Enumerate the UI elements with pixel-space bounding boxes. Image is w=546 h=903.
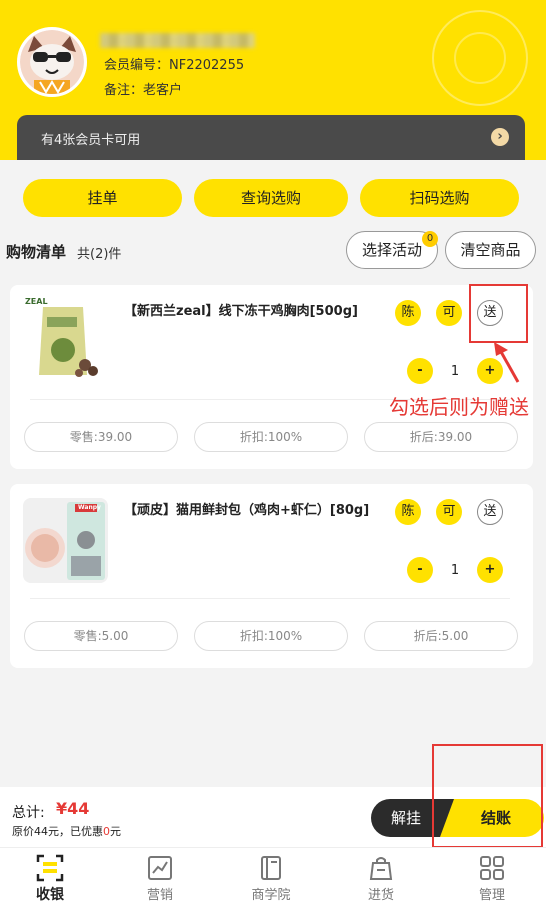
chevron-right-icon: › bbox=[491, 128, 509, 146]
quantity-increase-button[interactable]: + bbox=[477, 557, 503, 583]
tag-chen-toggle[interactable]: 陈 bbox=[395, 499, 421, 525]
tab-management[interactable]: 管理 bbox=[452, 854, 532, 903]
cart-title: 购物清单 bbox=[6, 243, 67, 261]
clear-items-button[interactable]: 清空商品 bbox=[445, 231, 536, 269]
quantity-value: 1 bbox=[450, 364, 460, 379]
member-header: 会员编号：NF2202255 备注：老客户 有4张会员卡可用 › bbox=[0, 0, 546, 160]
chart-icon bbox=[148, 856, 172, 880]
original-price-prefix: 原价44元，已优惠 bbox=[12, 825, 103, 838]
bottom-tab-bar: 收银 营销 商学院 进货 管理 bbox=[0, 847, 546, 903]
quantity-decrease-button[interactable]: - bbox=[407, 557, 433, 583]
activity-count-badge: 0 bbox=[422, 231, 438, 247]
avatar[interactable] bbox=[17, 27, 87, 97]
original-price-suffix: 元 bbox=[110, 825, 121, 838]
total-label: 总计: bbox=[12, 805, 45, 821]
retail-price: 零售:39.00 bbox=[24, 422, 178, 452]
tab-purchase[interactable]: 进货 bbox=[341, 854, 421, 903]
product-title: 【新西兰zeal】线下冻干鸡胸肉[500g] bbox=[124, 304, 358, 319]
annotation-note: 勾选后则为赠送 bbox=[389, 395, 529, 419]
query-purchase-button[interactable]: 查询选购 bbox=[194, 179, 348, 217]
tab-marketing[interactable]: 营销 bbox=[120, 854, 200, 903]
discounted-price[interactable]: 折后:5.00 bbox=[364, 621, 518, 651]
member-number: 会员编号：NF2202255 bbox=[104, 54, 244, 73]
remark-value: 老客户 bbox=[143, 83, 183, 98]
member-remark: 备注：老客户 bbox=[104, 79, 182, 98]
bag-icon bbox=[369, 857, 393, 880]
original-price-text: 原价44元，已优惠0元 bbox=[12, 823, 121, 839]
tab-label: 管理 bbox=[478, 888, 505, 903]
discounted-price[interactable]: 折后:39.00 bbox=[364, 422, 518, 452]
tab-academy[interactable]: 商学院 bbox=[231, 854, 311, 903]
quantity-decrease-button[interactable]: - bbox=[407, 358, 433, 384]
gift-toggle[interactable]: 送 bbox=[477, 499, 503, 525]
cat-avatar-icon bbox=[20, 30, 84, 94]
scan-purchase-button[interactable]: 扫码选购 bbox=[360, 179, 519, 217]
retail-price: 零售:5.00 bbox=[24, 621, 178, 651]
product-brand-text: Wanpy bbox=[78, 504, 101, 511]
product-image[interactable]: ZEAL bbox=[23, 295, 108, 380]
discount-rate[interactable]: 折扣:100% bbox=[194, 422, 348, 452]
member-name-blurred bbox=[100, 33, 255, 48]
product-image[interactable]: Wanpy bbox=[23, 498, 108, 583]
tag-ke-toggle[interactable]: 可 bbox=[436, 499, 462, 525]
annotation-box-checkout bbox=[432, 744, 543, 848]
member-number-label: 会员编号： bbox=[104, 58, 170, 73]
total-value: ¥44 bbox=[56, 799, 90, 818]
member-number-value: NF2202255 bbox=[169, 58, 245, 73]
remark-label: 备注： bbox=[104, 83, 144, 98]
cashier-icon bbox=[36, 854, 64, 882]
tab-label: 进货 bbox=[367, 888, 394, 903]
cart-count: 共(2)件 bbox=[77, 247, 122, 262]
decorative-ring bbox=[454, 32, 506, 84]
quantity-value: 1 bbox=[450, 563, 460, 578]
discount-rate[interactable]: 折扣:100% bbox=[194, 621, 348, 651]
hold-order-button[interactable]: 挂单 bbox=[23, 179, 182, 217]
product-bag-icon bbox=[23, 295, 108, 380]
discount-amount: 0 bbox=[103, 825, 110, 838]
tag-ke-toggle[interactable]: 可 bbox=[436, 300, 462, 326]
member-card-text: 有4张会员卡可用 bbox=[41, 133, 141, 148]
member-card-bar[interactable]: 有4张会员卡可用 › bbox=[17, 115, 525, 160]
book-icon bbox=[261, 856, 281, 880]
tab-cashier[interactable]: 收银 bbox=[10, 854, 90, 903]
annotation-arrow-icon bbox=[494, 342, 520, 383]
tab-label: 营销 bbox=[146, 888, 173, 903]
product-brand-text: ZEAL bbox=[25, 297, 48, 306]
cart-item: ZEAL 【新西兰zeal】线下冻干鸡胸肉[500g] 陈 可 送 - 1 + … bbox=[10, 285, 533, 469]
grid-icon bbox=[480, 856, 504, 880]
product-title: 【顽皮】猫用鲜封包（鸡肉+虾仁）[80g] bbox=[124, 503, 370, 518]
tag-chen-toggle[interactable]: 陈 bbox=[395, 300, 421, 326]
divider bbox=[30, 598, 510, 599]
annotation-box-gift bbox=[469, 284, 528, 343]
cart-item: Wanpy 【顽皮】猫用鲜封包（鸡肉+虾仁）[80g] 陈 可 送 - 1 + … bbox=[10, 484, 533, 668]
tab-label: 收银 bbox=[36, 887, 64, 903]
tab-label: 商学院 bbox=[251, 888, 291, 903]
